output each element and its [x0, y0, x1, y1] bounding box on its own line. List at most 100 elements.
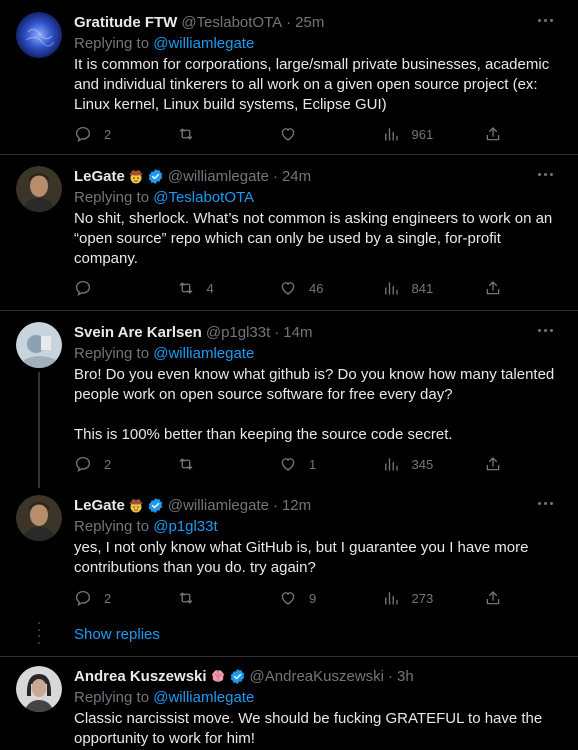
- like-button[interactable]: 9: [279, 588, 369, 608]
- timestamp[interactable]: 14m: [283, 324, 312, 341]
- retweet-count: 4: [206, 280, 214, 296]
- heart-icon: [281, 128, 295, 141]
- retweet-button[interactable]: [177, 124, 267, 144]
- views-button[interactable]: 841: [382, 278, 472, 298]
- show-replies-link[interactable]: Show replies: [74, 626, 160, 643]
- reply-icon: [75, 280, 91, 297]
- tweet-text: Classic narcissist move. We should be fu…: [74, 709, 564, 749]
- views-button[interactable]: 961: [382, 124, 472, 144]
- verified-badge-icon: [148, 168, 163, 184]
- action-bar: 4 46 841: [74, 278, 504, 298]
- cowboy-emoji-icon: [128, 170, 143, 184]
- tweet-text: It is common for corporations, large/sma…: [74, 55, 564, 115]
- handle[interactable]: @p1gl33t: [206, 324, 270, 341]
- timestamp[interactable]: 24m: [282, 168, 311, 185]
- more-icon[interactable]: [530, 10, 560, 30]
- brain-emoji-icon: [211, 670, 224, 682]
- reply-icon: [75, 590, 91, 607]
- action-bar: 2 1 345: [74, 454, 504, 474]
- replying-to-label: Replying to: [74, 689, 150, 706]
- avatar[interactable]: [16, 322, 62, 368]
- like-button[interactable]: [279, 124, 369, 144]
- mention-link[interactable]: @TeslabotOTA: [153, 189, 254, 206]
- replying-to: Replying to @williamlegate: [74, 687, 564, 708]
- views-icon: [384, 592, 398, 605]
- views-button[interactable]: 273: [382, 588, 472, 608]
- replying-to-label: Replying to: [74, 35, 150, 52]
- reply-button[interactable]: 2: [74, 588, 164, 608]
- avatar[interactable]: [16, 666, 62, 712]
- divider: [0, 656, 578, 657]
- heart-icon: [281, 282, 295, 295]
- reply-icon: [75, 126, 91, 143]
- like-count: 9: [309, 590, 317, 606]
- handle[interactable]: @williamlegate: [168, 497, 269, 514]
- more-icon[interactable]: [530, 164, 560, 184]
- share-button[interactable]: [484, 124, 504, 144]
- separator-dot: ·: [272, 496, 278, 514]
- share-icon: [486, 281, 500, 295]
- views-icon: [384, 458, 398, 471]
- retweet-button[interactable]: 4: [177, 278, 267, 298]
- display-name[interactable]: LeGate: [74, 168, 125, 185]
- reply-count: 2: [104, 590, 112, 606]
- mention-link[interactable]: @p1gl33t: [153, 518, 217, 535]
- divider: [0, 310, 578, 311]
- like-button[interactable]: 46: [279, 278, 369, 298]
- reply-button[interactable]: 2: [74, 454, 164, 474]
- thread-dots: [38, 622, 40, 644]
- replying-to: Replying to @TeslabotOTA: [74, 187, 564, 208]
- handle[interactable]: @AndreaKuszewski: [250, 668, 384, 685]
- display-name[interactable]: Gratitude FTW: [74, 14, 177, 31]
- separator-dot: ·: [388, 667, 393, 685]
- display-name[interactable]: LeGate: [74, 497, 125, 514]
- retweet-icon: [179, 458, 192, 470]
- tweet-paragraph: yes, I not only know what GitHub is, but…: [74, 539, 529, 576]
- share-icon: [486, 127, 500, 141]
- share-button[interactable]: [484, 588, 504, 608]
- tweet-text: yes, I not only know what GitHub is, but…: [74, 538, 564, 578]
- views-icon: [384, 128, 398, 141]
- mention-link[interactable]: @williamlegate: [153, 689, 254, 706]
- heart-icon: [281, 458, 295, 471]
- reply-button[interactable]: 2: [74, 124, 164, 144]
- replying-to-label: Replying to: [74, 518, 150, 535]
- avatar[interactable]: [16, 166, 62, 212]
- timestamp[interactable]: 25m: [295, 14, 324, 31]
- thread-line: [38, 372, 40, 488]
- separator-dot: ·: [274, 323, 280, 341]
- timestamp[interactable]: 3h: [397, 668, 414, 685]
- reply-button[interactable]: [74, 278, 164, 298]
- share-button[interactable]: [484, 454, 504, 474]
- display-name[interactable]: Andrea Kuszewski: [74, 668, 207, 685]
- views-count: 961: [411, 126, 434, 142]
- more-icon[interactable]: [530, 320, 560, 340]
- retweet-button[interactable]: [177, 588, 267, 608]
- like-button[interactable]: 1: [279, 454, 369, 474]
- replying-to: Replying to @p1gl33t: [74, 516, 564, 537]
- share-icon: [486, 591, 500, 605]
- separator-dot: ·: [286, 13, 292, 31]
- more-icon[interactable]: [530, 493, 560, 513]
- mention-link[interactable]: @williamlegate: [153, 35, 254, 52]
- share-icon: [486, 457, 500, 471]
- handle[interactable]: @williamlegate: [168, 168, 269, 185]
- views-count: 273: [411, 590, 434, 606]
- verified-badge-icon: [148, 497, 163, 513]
- display-name[interactable]: Svein Are Karlsen: [74, 324, 202, 341]
- replying-to: Replying to @williamlegate: [74, 33, 564, 54]
- views-count: 841: [411, 280, 434, 296]
- verified-badge-icon: [230, 668, 244, 684]
- views-button[interactable]: 345: [382, 454, 472, 474]
- handle[interactable]: @TeslabotOTA: [181, 14, 282, 31]
- divider: [0, 154, 578, 155]
- tweet-paragraph: This is 100% better than keeping the sou…: [74, 426, 453, 443]
- avatar[interactable]: [16, 495, 62, 541]
- avatar[interactable]: [16, 12, 62, 58]
- share-button[interactable]: [484, 278, 504, 298]
- timestamp[interactable]: 12m: [282, 497, 311, 514]
- mention-link[interactable]: @williamlegate: [153, 345, 254, 362]
- retweet-button[interactable]: [177, 454, 267, 474]
- action-bar: 2 961: [74, 124, 504, 144]
- tweet-paragraph: It is common for corporations, large/sma…: [74, 56, 550, 113]
